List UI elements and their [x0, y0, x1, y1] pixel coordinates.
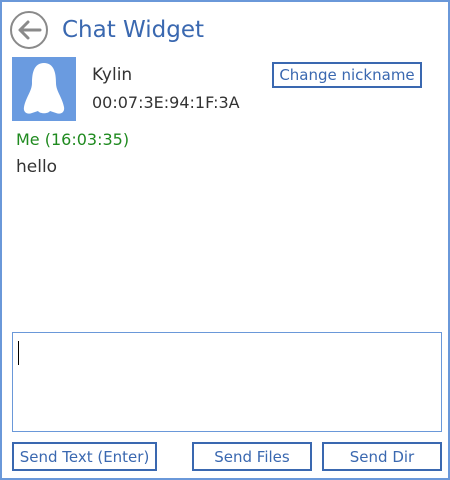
message-list: Me (16:03:35) hello	[16, 128, 436, 323]
message-meta: Me (16:03:35)	[16, 130, 130, 149]
send-dir-button[interactable]: Send Dir	[322, 442, 442, 471]
message-input[interactable]	[12, 332, 442, 432]
send-files-button[interactable]: Send Files	[192, 442, 312, 471]
message-text: hello	[16, 157, 58, 177]
contact-name: Kylin	[92, 65, 133, 85]
text-caret	[18, 341, 19, 365]
contact-mac-address: 00:07:3E:94:1F:3A	[92, 93, 240, 112]
page-title: Chat Widget	[62, 17, 205, 43]
contact-card: Kylin 00:07:3E:94:1F:3A Change nickname	[12, 57, 440, 121]
list-item: Me (16:03:35) hello	[16, 128, 436, 182]
back-arrow-icon[interactable]	[10, 11, 48, 49]
header: Chat Widget	[10, 10, 204, 50]
send-text-button[interactable]: Send Text (Enter)	[12, 442, 157, 471]
penguin-avatar-icon	[12, 57, 76, 121]
chat-widget-window: Chat Widget Kylin 00:07:3E:94:1F:3A Chan…	[0, 0, 450, 480]
change-nickname-button[interactable]: Change nickname	[272, 62, 422, 88]
